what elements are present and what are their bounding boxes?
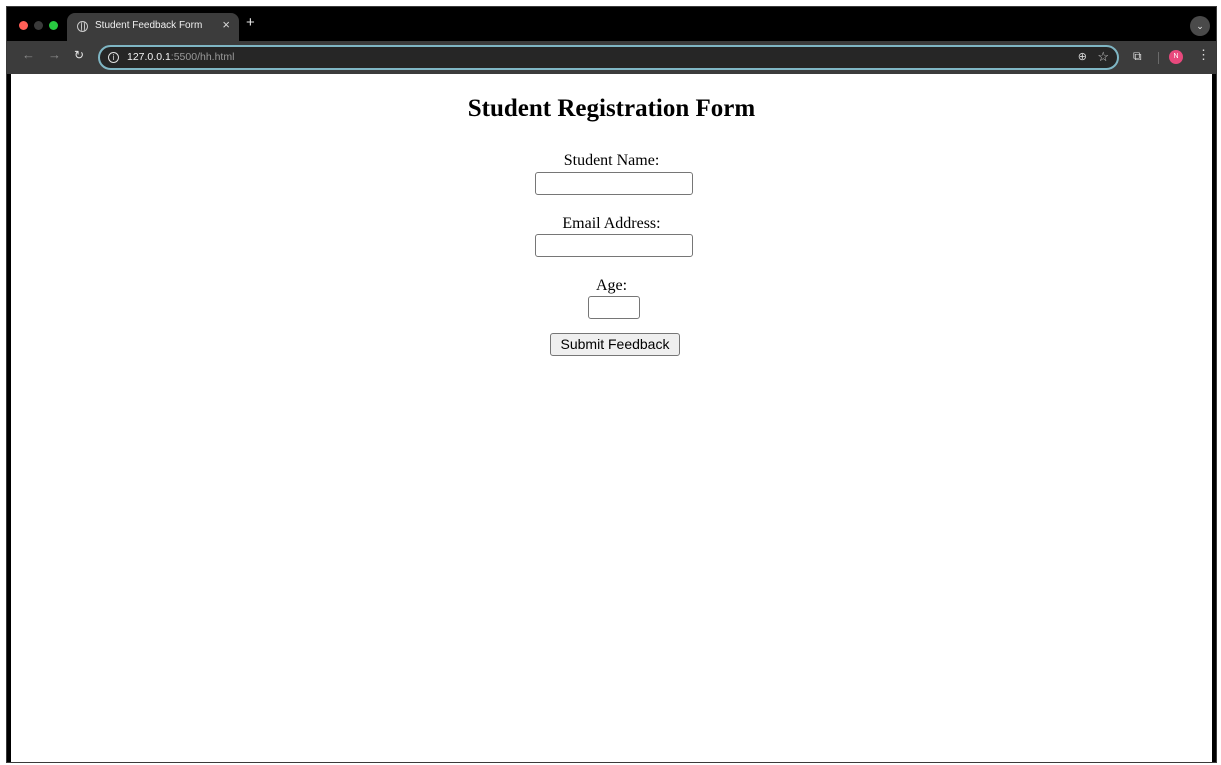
back-arrow-icon[interactable]: ← (22, 48, 35, 61)
window-minimize-button[interactable] (34, 21, 43, 30)
tab-strip: Student Feedback Form × + ⌄ (7, 7, 1216, 41)
tab-student-feedback-form[interactable]: Student Feedback Form × (67, 13, 239, 41)
browser-window: Student Feedback Form × + ⌄ ← → ↻ i 127.… (6, 6, 1217, 763)
star-icon[interactable]: ☆ (1097, 49, 1109, 65)
student-name-label: Student Name: (563, 152, 660, 169)
student-name-input[interactable] (535, 172, 693, 195)
kebab-menu-icon[interactable]: ⋮ (1197, 48, 1210, 61)
submit-feedback-button[interactable]: Submit Feedback (550, 333, 680, 356)
close-icon[interactable]: × (222, 18, 230, 31)
info-icon[interactable]: i (108, 52, 119, 63)
email-address-label: Email Address: (562, 215, 661, 232)
address-bar[interactable]: i 127.0.0.1:5500/hh.html ⊕ ☆ (98, 45, 1119, 70)
age-input[interactable] (588, 296, 640, 319)
age-label: Age: (595, 277, 628, 294)
tab-title: Student Feedback Form (95, 20, 203, 31)
zoom-icon[interactable]: ⊕ (1078, 50, 1087, 63)
avatar[interactable]: N (1169, 50, 1183, 64)
globe-icon (77, 21, 88, 32)
url-path: :5500/hh.html (170, 51, 235, 63)
forward-arrow-icon[interactable]: → (48, 48, 61, 61)
puzzle-icon[interactable]: ⧉ (1133, 49, 1142, 64)
window-maximize-button[interactable] (49, 21, 58, 30)
email-address-input[interactable] (535, 234, 693, 257)
window-close-button[interactable] (19, 21, 28, 30)
page-viewport: Student Registration Form Student Name: … (11, 74, 1212, 762)
browser-toolbar: ← → ↻ i 127.0.0.1:5500/hh.html ⊕ ☆ ⧉ N ⋮ (7, 41, 1216, 74)
toolbar-divider (1158, 52, 1159, 64)
reload-icon[interactable]: ↻ (74, 49, 84, 61)
url-text[interactable]: 127.0.0.1:5500/hh.html (127, 51, 234, 63)
new-tab-button[interactable]: + (246, 15, 255, 30)
url-host: 127.0.0.1 (127, 51, 171, 63)
chevron-down-icon[interactable]: ⌄ (1190, 16, 1210, 36)
page-title: Student Registration Form (467, 95, 756, 122)
